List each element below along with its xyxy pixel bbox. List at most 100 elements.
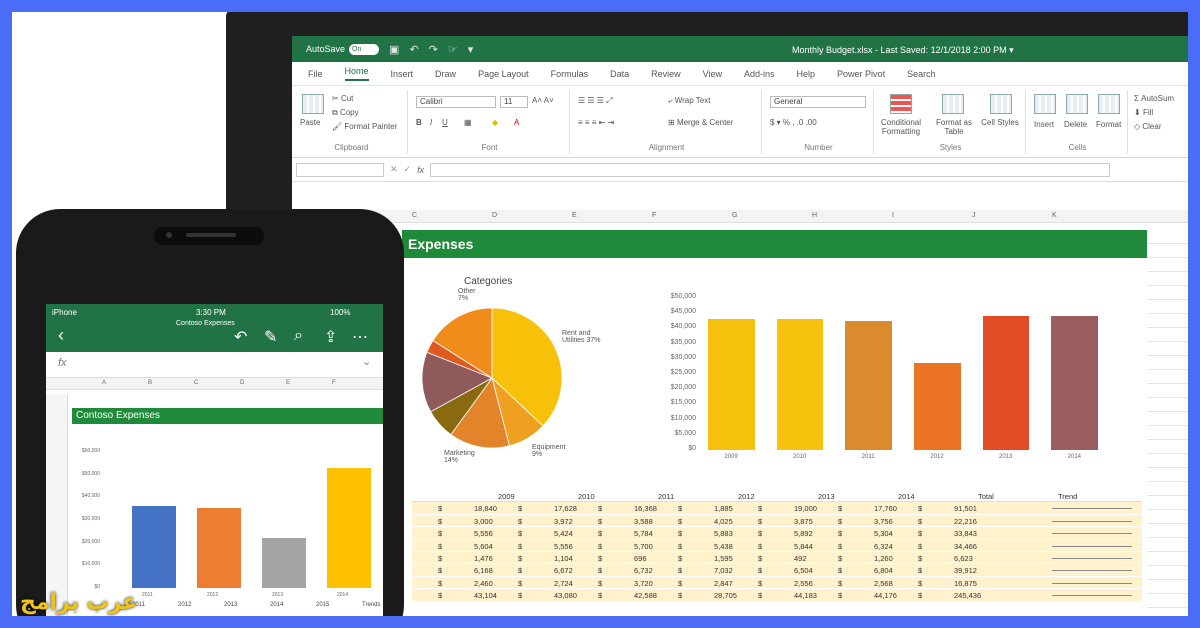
table-cell[interactable]: 3,720: [634, 579, 653, 588]
column-header[interactable]: G: [732, 212, 737, 219]
table-cell[interactable]: 43,104: [474, 591, 497, 600]
redo-icon[interactable]: ↷: [429, 43, 438, 56]
save-icon[interactable]: ▣: [389, 43, 399, 56]
tab-formulas[interactable]: Formulas: [551, 69, 589, 79]
undo-icon[interactable]: ↶: [234, 327, 247, 347]
table-cell[interactable]: 17,760: [874, 504, 897, 513]
font-color-icon[interactable]: A: [514, 118, 519, 127]
table-cell[interactable]: 28,705: [714, 591, 737, 600]
undo-icon[interactable]: ↶: [409, 43, 418, 56]
table-cell[interactable]: 3,756: [874, 517, 893, 526]
table-cell[interactable]: 6,672: [554, 566, 573, 575]
table-cell[interactable]: 2,568: [874, 579, 893, 588]
align-top-icons[interactable]: ☰ ☰ ☰ ⤢: [578, 96, 613, 106]
table-cell[interactable]: 3,588: [634, 517, 653, 526]
tab-data[interactable]: Data: [610, 69, 629, 79]
table-cell[interactable]: 1,260: [874, 554, 893, 563]
table-cell[interactable]: 1,595: [714, 554, 733, 563]
borders-icon[interactable]: ▦: [464, 118, 472, 127]
paste-button[interactable]: Paste: [300, 118, 320, 127]
table-cell[interactable]: 17,628: [554, 504, 577, 513]
table-cell[interactable]: 42,588: [634, 591, 657, 600]
table-cell[interactable]: 245,436: [954, 591, 981, 600]
column-header[interactable]: I: [892, 212, 894, 219]
grow-font-icon[interactable]: A˄ A˅: [532, 96, 554, 105]
tab-draw[interactable]: Draw: [435, 69, 456, 79]
table-cell[interactable]: 2,724: [554, 579, 573, 588]
table-cell[interactable]: 5,556: [474, 529, 493, 538]
table-cell[interactable]: 34,466: [954, 542, 977, 551]
table-cell[interactable]: 1,104: [554, 554, 573, 563]
format-button[interactable]: Format: [1096, 120, 1121, 129]
table-cell[interactable]: 5,604: [474, 542, 493, 551]
table-row[interactable]: $6,168 $6,672 $6,732 $7,032 $6,504 $6,804 $39,…: [412, 564, 1142, 577]
table-cell[interactable]: 1,476: [474, 554, 493, 563]
number-format-icons[interactable]: $ ▾ % , .0 .00: [770, 118, 817, 127]
table-cell[interactable]: 5,700: [634, 542, 653, 551]
customize-qat-icon[interactable]: ▾: [468, 43, 474, 56]
delete-button[interactable]: Delete: [1064, 120, 1087, 129]
table-cell[interactable]: 16,875: [954, 579, 977, 588]
tab-home[interactable]: Home: [344, 66, 369, 81]
column-header[interactable]: F: [652, 212, 656, 219]
back-icon[interactable]: ‹: [58, 325, 64, 346]
search-icon[interactable]: ⌕: [294, 327, 303, 345]
conditional-formatting-button[interactable]: Conditional Formatting: [876, 118, 926, 136]
share-icon[interactable]: ⇪: [324, 327, 337, 347]
table-cell[interactable]: 33,843: [954, 529, 977, 538]
insert-cells-icon[interactable]: [1034, 94, 1056, 114]
tab-file[interactable]: File: [308, 69, 323, 79]
merge-center-button[interactable]: ⊞ Merge & Center: [668, 118, 733, 127]
phone-column-header[interactable]: E: [286, 380, 290, 386]
touch-mode-icon[interactable]: ☞: [448, 43, 458, 56]
copy-button[interactable]: ⧉ Copy: [332, 108, 359, 118]
table-cell[interactable]: 5,556: [554, 542, 573, 551]
table-cell[interactable]: 5,883: [714, 529, 733, 538]
table-cell[interactable]: 5,892: [794, 529, 813, 538]
more-icon[interactable]: ⋯: [352, 327, 368, 347]
bold-button[interactable]: B: [416, 118, 422, 127]
format-as-table-button[interactable]: Format as Table: [932, 118, 976, 136]
table-cell[interactable]: 16,368: [634, 504, 657, 513]
table-cell[interactable]: 6,804: [874, 566, 893, 575]
tab-view[interactable]: View: [703, 69, 722, 79]
autosum-button[interactable]: Σ AutoSum: [1134, 94, 1174, 103]
table-cell[interactable]: 5,304: [874, 529, 893, 538]
italic-button[interactable]: I: [430, 118, 432, 127]
tab-add-ins[interactable]: Add-ins: [744, 69, 775, 79]
table-row[interactable]: $3,000 $3,972 $3,588 $4,025 $3,875 $3,756 $22,…: [412, 514, 1142, 528]
number-format-select[interactable]: General: [770, 96, 866, 108]
table-cell[interactable]: 6,504: [794, 566, 813, 575]
table-row[interactable]: $1,476 $1,104 $696 $1,595 $492 $1,260 $6,623: [412, 551, 1142, 565]
phone-column-header[interactable]: D: [240, 380, 244, 386]
chevron-down-icon[interactable]: ⌄: [362, 355, 371, 368]
table-cell[interactable]: 3,000: [474, 517, 493, 526]
table-cell[interactable]: 696: [634, 554, 647, 563]
table-cell[interactable]: 6,732: [634, 566, 653, 575]
tab-power-pivot[interactable]: Power Pivot: [837, 69, 885, 79]
delete-cells-icon[interactable]: [1066, 94, 1088, 114]
phone-column-header[interactable]: C: [194, 380, 198, 386]
table-cell[interactable]: 2,556: [794, 579, 813, 588]
table-cell[interactable]: 492: [794, 554, 807, 563]
table-cell[interactable]: 39,912: [954, 566, 977, 575]
table-cell[interactable]: 2,460: [474, 579, 493, 588]
column-header[interactable]: E: [572, 212, 577, 219]
phone-column-header[interactable]: B: [148, 380, 152, 386]
table-row[interactable]: $5,604 $5,556 $5,700 $5,438 $5,844 $6,324 $34,…: [412, 539, 1142, 552]
column-header[interactable]: J: [972, 212, 976, 219]
fill-color-icon[interactable]: ◆: [492, 118, 498, 127]
table-cell[interactable]: 2,847: [714, 579, 733, 588]
tab-page-layout[interactable]: Page Layout: [478, 69, 529, 79]
format-as-table-icon[interactable]: [942, 94, 964, 114]
enter-icon[interactable]: ✓: [404, 164, 412, 175]
table-cell[interactable]: 1,885: [714, 504, 733, 513]
autosave-toggle[interactable]: AutoSave On: [306, 43, 380, 55]
table-cell[interactable]: 5,438: [714, 542, 733, 551]
table-cell[interactable]: 19,000: [794, 504, 817, 513]
clear-button[interactable]: ◇ Clear: [1134, 122, 1162, 131]
cut-button[interactable]: ✂ Cut: [332, 94, 353, 103]
cell-styles-icon[interactable]: [990, 94, 1012, 114]
name-box[interactable]: [296, 162, 384, 177]
table-cell[interactable]: 44,183: [794, 591, 817, 600]
